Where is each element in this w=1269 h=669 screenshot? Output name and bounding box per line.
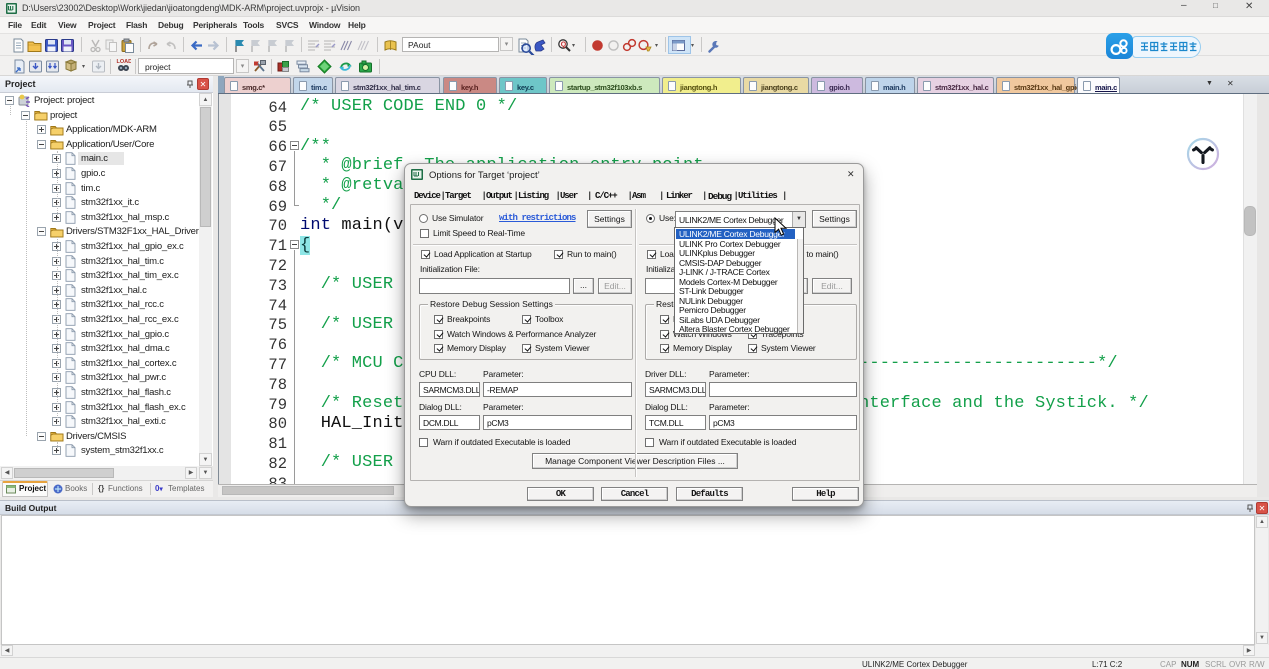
svg-text:LOAD: LOAD [117,59,132,65]
